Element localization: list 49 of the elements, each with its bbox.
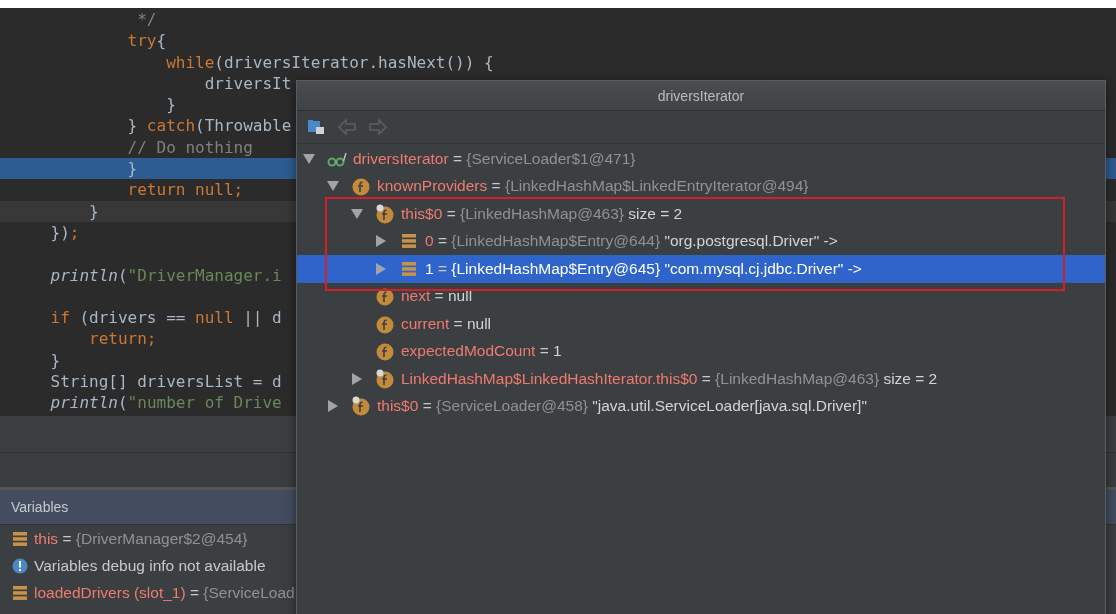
field-icon bbox=[351, 396, 371, 417]
glasses-icon bbox=[327, 150, 347, 167]
code-line: try{ bbox=[127, 31, 167, 51]
code-line: } bbox=[50, 350, 61, 370]
code-line: } catch(Throwable bbox=[127, 116, 292, 136]
collapse-arrow-icon[interactable] bbox=[351, 207, 363, 220]
expand-arrow-icon[interactable] bbox=[375, 235, 387, 248]
code-line: // Do nothing bbox=[127, 137, 253, 157]
tree-node[interactable]: next = null bbox=[401, 287, 473, 306]
code-line: return null; bbox=[127, 180, 244, 200]
code-line: println("DriverManager.i bbox=[50, 265, 282, 285]
info-message: Variables debug info not available bbox=[34, 556, 266, 575]
panel-title: Variables bbox=[11, 499, 69, 515]
variable-entry[interactable]: this = {DriverManager$2@454} bbox=[34, 529, 248, 548]
tree-node[interactable]: this$0 = {LinkedHashMap@463} size = 2 bbox=[401, 204, 683, 223]
field-icon bbox=[375, 341, 395, 362]
view-icon[interactable] bbox=[307, 119, 325, 135]
tree-node[interactable]: expectedModCount = 1 bbox=[401, 342, 562, 361]
code-line: } bbox=[127, 159, 138, 179]
info-icon bbox=[12, 557, 28, 574]
collapse-arrow-icon[interactable] bbox=[327, 180, 339, 193]
code-line: }); bbox=[50, 222, 80, 242]
tree-node[interactable]: driversIterator = {ServiceLoader$1@471} bbox=[353, 149, 636, 168]
code-line: } bbox=[166, 95, 176, 115]
field-icon bbox=[375, 203, 395, 224]
expand-arrow-icon[interactable] bbox=[351, 372, 363, 385]
stack-icon bbox=[12, 530, 28, 547]
expand-arrow-icon[interactable] bbox=[327, 400, 339, 413]
tree-node[interactable]: this$0 = {ServiceLoader@458} "java.util.ServiceLoader[java.sql.Driver]" bbox=[377, 397, 867, 416]
field-icon bbox=[351, 176, 371, 197]
code-line: println("number of Drive bbox=[50, 393, 282, 413]
field-icon bbox=[375, 368, 395, 389]
code-line: if (drivers == null || d bbox=[50, 308, 282, 328]
code-line: } bbox=[89, 201, 99, 221]
stack-icon bbox=[12, 584, 28, 601]
tree-node[interactable]: current = null bbox=[401, 314, 492, 333]
code-line: String[] driversList = d bbox=[50, 372, 282, 392]
code-line: */ bbox=[137, 10, 157, 29]
tree-node[interactable]: 0 = {LinkedHashMap$Entry@644} "org.postgresql.Driver" -> bbox=[425, 232, 838, 251]
tree-node[interactable]: knownProviders = {LinkedHashMap$LinkedEntryIterator@494} bbox=[377, 177, 809, 196]
code-line: return; bbox=[89, 329, 157, 349]
popup-title: driversIterator bbox=[657, 87, 745, 104]
tree-node[interactable]: LinkedHashMap$LinkedHashIterator.this$0 = {LinkedHashMap@463} size = 2 bbox=[401, 369, 938, 388]
stack-icon bbox=[401, 260, 417, 277]
stack-icon bbox=[401, 233, 417, 250]
code-line: while(driversIterator.hasNext()) { bbox=[166, 52, 494, 72]
code-line: driversIt bbox=[204, 73, 292, 93]
collapse-arrow-icon[interactable] bbox=[303, 152, 315, 165]
variable-entry[interactable]: loadedDrivers (slot_1) = {ServiceLoad bbox=[34, 583, 295, 602]
